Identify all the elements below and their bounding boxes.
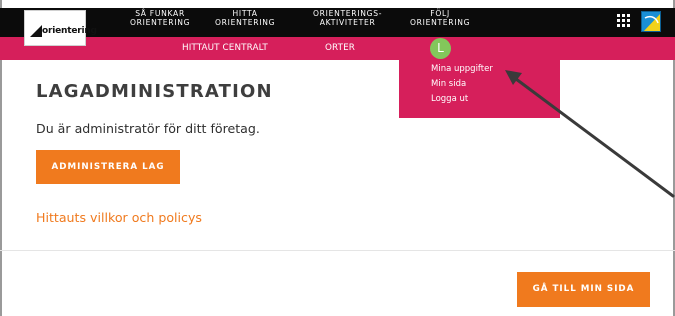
nav-item-line1: FÖLJ bbox=[430, 9, 450, 18]
ga-till-min-sida-button[interactable]: GÅ TILL MIN SIDA bbox=[517, 272, 650, 307]
policy-link[interactable]: Hittauts villkor och policys bbox=[36, 210, 202, 225]
page-title: LAGADMINISTRATION bbox=[36, 81, 273, 102]
nav-item-line2: ORIENTERING bbox=[215, 18, 276, 27]
section-divider bbox=[0, 250, 675, 251]
nav-item-aktiviteter[interactable]: ORIENTERINGS- AKTIVITETER bbox=[313, 9, 382, 27]
site-logo[interactable]: orientering bbox=[24, 10, 97, 46]
nav-item-folj[interactable]: FÖLJ ORIENTERING bbox=[410, 9, 470, 27]
admin-info-text: Du är administratör för ditt företag. bbox=[36, 121, 260, 136]
nav-item-hitta[interactable]: HITTA ORIENTERING bbox=[215, 9, 275, 27]
nav-item-line1: HITTA bbox=[232, 9, 258, 18]
menu-item-logga-ut[interactable]: Logga ut bbox=[431, 94, 468, 104]
subnav-hittaut-centralt[interactable]: HITTAUT CENTRALT bbox=[182, 43, 268, 53]
nav-item-line2: ORIENTERING bbox=[410, 18, 471, 27]
brand-logo-icon[interactable] bbox=[641, 11, 661, 32]
menu-item-min-sida[interactable]: Min sida bbox=[431, 79, 466, 89]
nav-item-line2: AKTIVITETER bbox=[319, 18, 376, 27]
nav-item-line1: SÅ FUNKAR bbox=[135, 9, 185, 18]
logo-text: orientering bbox=[42, 26, 97, 36]
grid-menu-icon[interactable] bbox=[617, 14, 631, 28]
user-avatar[interactable]: L bbox=[430, 38, 451, 59]
nav-item-line2: ORIENTERING bbox=[130, 18, 191, 27]
user-dropdown-menu: Mina uppgifter Min sida Logga ut bbox=[399, 60, 560, 118]
administrera-lag-button[interactable]: ADMINISTRERA LAG bbox=[36, 150, 180, 184]
nav-item-line1: ORIENTERINGS- bbox=[313, 9, 383, 18]
nav-item-sa-funkar[interactable]: SÅ FUNKAR ORIENTERING bbox=[130, 9, 190, 27]
menu-item-mina-uppgifter[interactable]: Mina uppgifter bbox=[431, 64, 493, 74]
triangle-logo-icon bbox=[30, 25, 42, 37]
subnav-orter[interactable]: ORTER bbox=[325, 43, 355, 53]
